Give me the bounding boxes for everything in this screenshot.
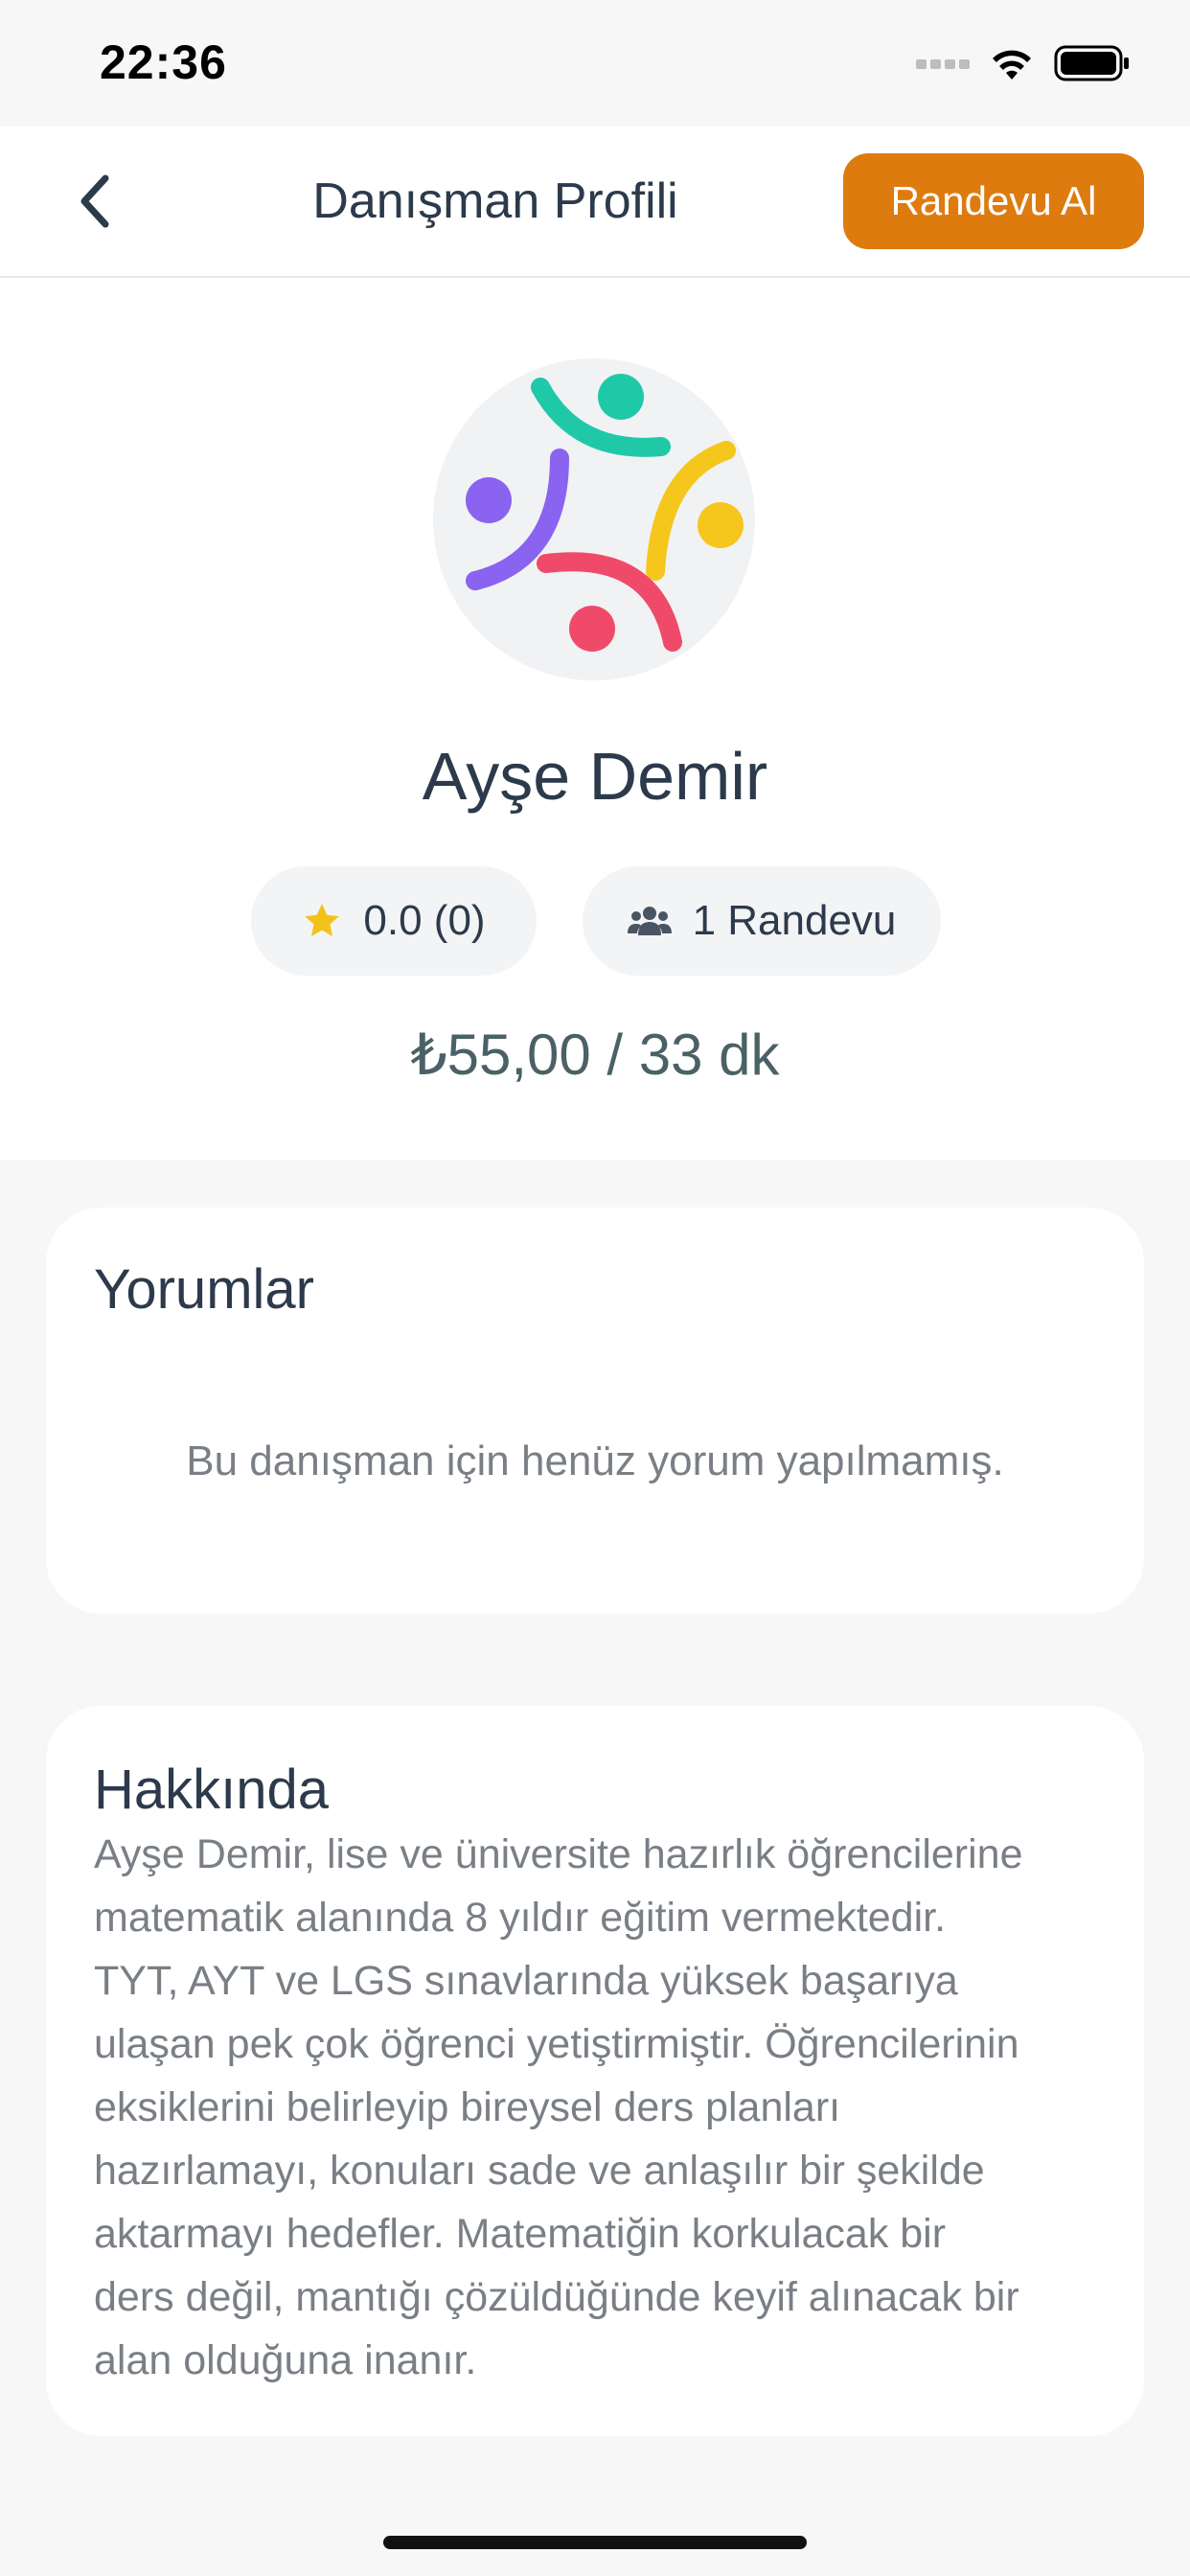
reviews-title: Yorumlar: [94, 1258, 314, 1321]
cellular-signal-icon: [916, 59, 970, 69]
reviews-card: Yorumlar Bu danışman için henüz yorum ya…: [46, 1208, 1144, 1614]
battery-icon: [1054, 45, 1129, 81]
about-text: Ayşe Demir, lise ve üniversite hazırlık …: [94, 1823, 1100, 2392]
session-price: ₺55,00 / 33 dk: [410, 1023, 780, 1087]
about-line: ders değil, mantığı çözüldüğünde keyif a…: [94, 2274, 1019, 2320]
avatar: [433, 358, 755, 680]
about-line: ulaşan pek çok öğrenci yetiştirmiştir. Ö…: [94, 2021, 1019, 2067]
wifi-icon: [993, 50, 1031, 80]
star-icon: [305, 904, 340, 937]
status-time: 22:36: [100, 35, 227, 89]
rating-text: 0.0 (0): [363, 897, 486, 944]
about-line: Ayşe Demir, lise ve üniversite hazırlık …: [94, 1831, 1023, 1877]
consultant-logo-icon: [466, 374, 744, 652]
appointments-chip: 1 Randevu: [583, 866, 941, 976]
about-card: Hakkında Ayşe Demir, lise ve üniversite …: [46, 1706, 1144, 2436]
chevron-left-icon: [80, 174, 109, 228]
about-line: eksiklerini belirleyip bireysel ders pla…: [94, 2084, 841, 2130]
rating-chip: 0.0 (0): [251, 866, 537, 976]
back-button[interactable]: [63, 171, 125, 232]
about-line: alan olduğuna inanır.: [94, 2337, 477, 2383]
appointments-text: 1 Randevu: [692, 897, 897, 944]
about-line: TYT, AYT ve LGS sınavlarında yüksek başa…: [94, 1958, 958, 2004]
navigation-bar: Danışman Profili Randevu Al: [0, 126, 1190, 278]
about-line: matematik alanında 8 yıldır eğitim verme…: [94, 1895, 947, 1941]
book-appointment-button[interactable]: Randevu Al: [843, 153, 1144, 249]
profile-header: Ayşe Demir 0.0 (0) 1 Randevu ₺55,00 / 33…: [0, 278, 1190, 1160]
page-title: Danışman Profili: [312, 173, 678, 229]
home-indicator[interactable]: [383, 2536, 807, 2549]
status-icons: [916, 42, 1131, 84]
status-bar: 22:36: [0, 0, 1190, 126]
about-title: Hakkında: [94, 1759, 330, 1821]
users-icon: [627, 907, 672, 935]
consultant-name: Ayşe Demir: [422, 739, 768, 814]
about-line: aktarmayı hedefler. Matematiğin korkulac…: [94, 2211, 947, 2257]
reviews-empty-text: Bu danışman için henüz yorum yapılmamış.: [186, 1438, 1004, 1484]
about-line: hazırlamayı, konuları sade ve anlaşılır …: [94, 2148, 985, 2194]
